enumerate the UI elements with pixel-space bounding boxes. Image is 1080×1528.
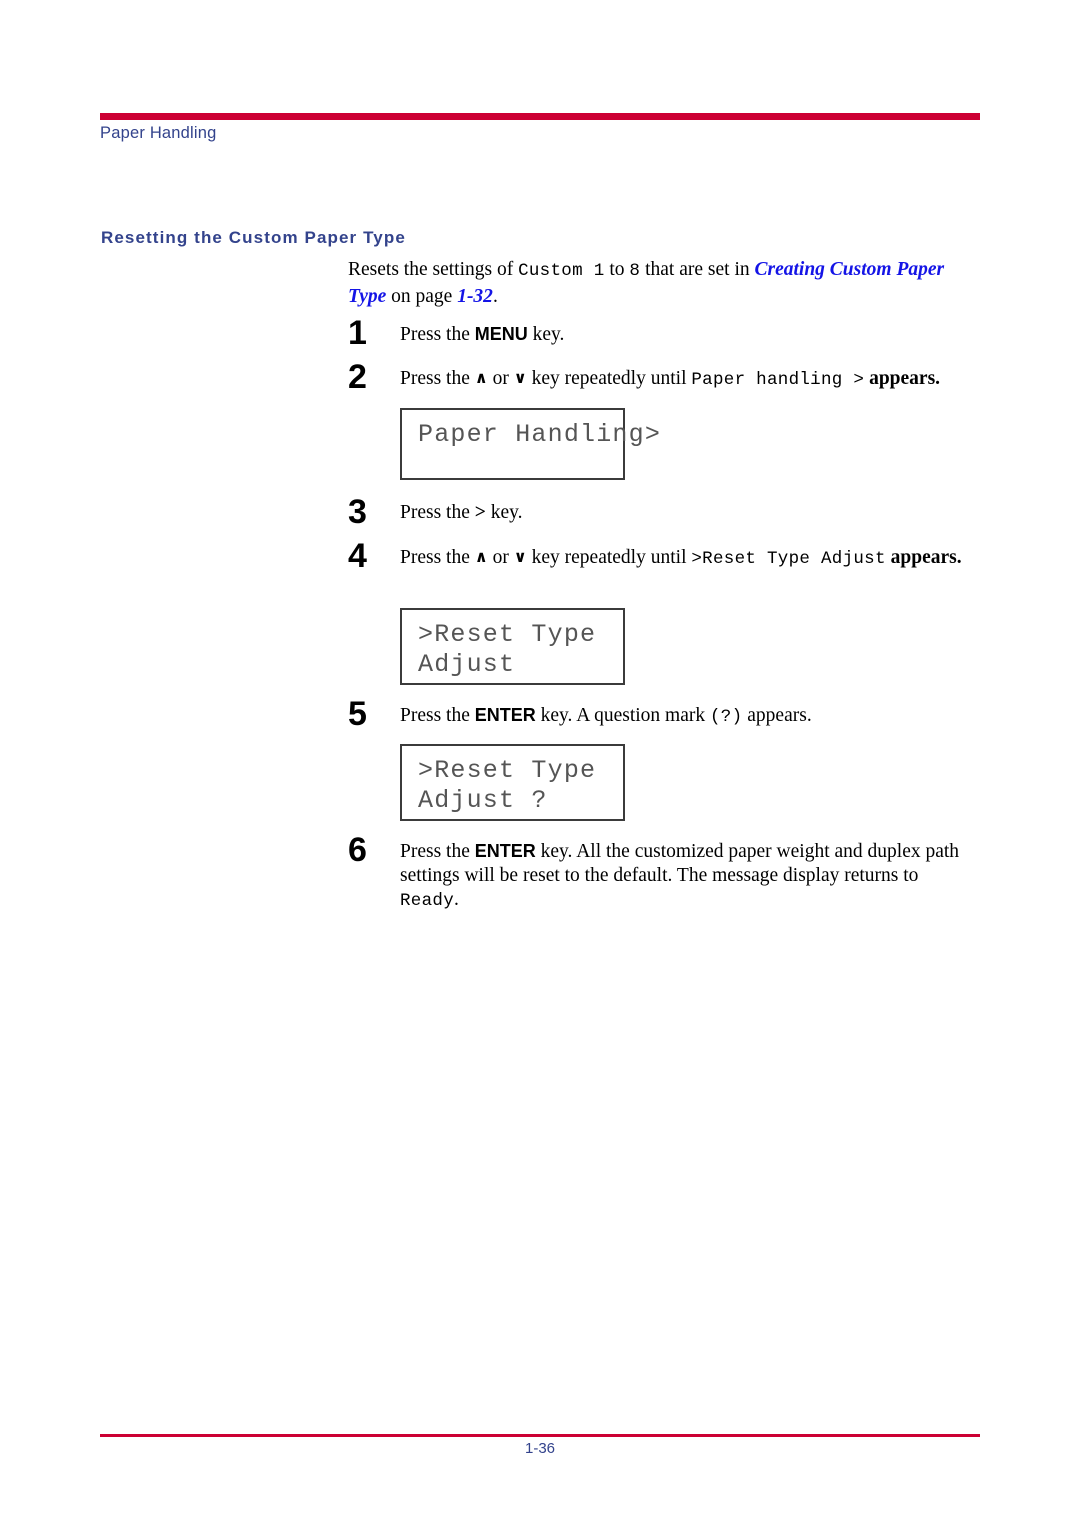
step-4-number: 4	[348, 537, 367, 575]
step-2-text-4: appears.	[864, 368, 941, 389]
step-2-text-3: key repeatedly until	[526, 368, 692, 389]
intro-text-4: on page	[386, 286, 458, 307]
footer-page-number: 1-36	[524, 1440, 556, 1457]
step-6-text-1: Press the	[400, 841, 475, 862]
step-2-text-1: Press the	[400, 368, 475, 389]
message-display-1-line-1: Paper Handling>	[418, 420, 662, 449]
document-page: Paper Handling Resetting the Custom Pape…	[0, 0, 1080, 1528]
chevron-down-icon: ∨	[513, 547, 527, 566]
chevron-down-icon: ∨	[513, 368, 527, 387]
message-display-2-line-2: Adjust	[418, 650, 516, 679]
step-4: 4 Press the ∧ or ∨ key repeatedly until …	[348, 539, 968, 573]
step-2-text-2: or	[487, 368, 514, 389]
intro-text-2: to	[604, 259, 630, 280]
intro-text-3: that are set in	[640, 259, 755, 280]
step-4-text-3: key repeatedly until	[526, 547, 692, 568]
step-6-key-enter: ENTER	[474, 841, 536, 861]
step-5-text-2: key. A question mark	[535, 705, 710, 726]
step-1-text-1: Press the	[400, 324, 475, 345]
step-4-text: Press the ∧ or ∨ key repeatedly until >R…	[400, 545, 968, 571]
step-3-text-2: key.	[485, 502, 523, 523]
step-1-number: 1	[348, 314, 367, 352]
message-display-2: >Reset Type Adjust	[400, 608, 625, 685]
intro-text-5: .	[492, 286, 498, 307]
step-5-text: Press the ENTER key. A question mark (?)…	[400, 703, 968, 729]
step-1-text-2: key.	[527, 324, 565, 345]
intro-mono-custom-1: Custom 1	[518, 261, 605, 281]
message-display-3-line-2: Adjust ?	[418, 786, 548, 815]
chevron-up-icon: ∧	[474, 368, 488, 387]
step-2-mono-message: Paper handling >	[691, 370, 865, 390]
running-header-title: Paper Handling	[100, 124, 217, 142]
message-display-2-line-1: >Reset Type	[418, 620, 597, 649]
message-display-3-line-1: >Reset Type	[418, 756, 597, 785]
intro-text-1: Resets the settings of	[348, 259, 519, 280]
step-3-key-right-arrow: >	[474, 502, 486, 523]
step-6-text: Press the ENTER key. All the customized …	[400, 839, 973, 913]
step-5-text-3: appears.	[742, 705, 812, 726]
step-5-number: 5	[348, 695, 367, 733]
intro-paragraph: Resets the settings of Custom 1 to 8 tha…	[348, 257, 958, 310]
step-3-text-1: Press the	[400, 502, 475, 523]
step-4-mono-message: >Reset Type Adjust	[691, 549, 886, 569]
step-6-text-3: .	[454, 889, 459, 910]
step-3: 3 Press the > key.	[348, 495, 968, 529]
footer-rule	[100, 1434, 980, 1437]
step-5: 5 Press the ENTER key. A question mark (…	[348, 697, 968, 731]
step-4-text-1: Press the	[400, 547, 475, 568]
step-1-text: Press the MENU key.	[400, 322, 968, 347]
step-1-key-menu: MENU	[474, 324, 528, 344]
step-5-text-1: Press the	[400, 705, 475, 726]
step-6: 6 Press the ENTER key. All the customize…	[348, 833, 973, 913]
step-2: 2 Press the ∧ or ∨ key repeatedly until …	[348, 360, 988, 394]
step-4-text-4: appears.	[885, 547, 962, 568]
step-5-key-enter: ENTER	[474, 705, 536, 725]
section-heading: Resetting the Custom Paper Type	[101, 228, 406, 247]
step-3-text: Press the > key.	[400, 501, 968, 525]
chevron-up-icon: ∧	[474, 547, 488, 566]
message-display-1: Paper Handling>	[400, 408, 660, 480]
step-5-mono-question-mark: (?)	[709, 707, 743, 727]
step-6-mono-ready: Ready	[400, 891, 455, 911]
step-1: 1 Press the MENU key.	[348, 316, 968, 350]
step-6-number: 6	[348, 831, 367, 869]
intro-mono-8: 8	[629, 261, 641, 281]
step-3-number: 3	[348, 493, 367, 531]
step-4-text-2: or	[487, 547, 514, 568]
header-rule	[100, 113, 980, 120]
step-2-number: 2	[348, 358, 367, 396]
step-2-text: Press the ∧ or ∨ key repeatedly until Pa…	[400, 366, 988, 392]
cross-reference-link-page-1-32[interactable]: 1-32	[457, 286, 493, 307]
message-display-3: >Reset Type Adjust ?	[400, 744, 625, 821]
